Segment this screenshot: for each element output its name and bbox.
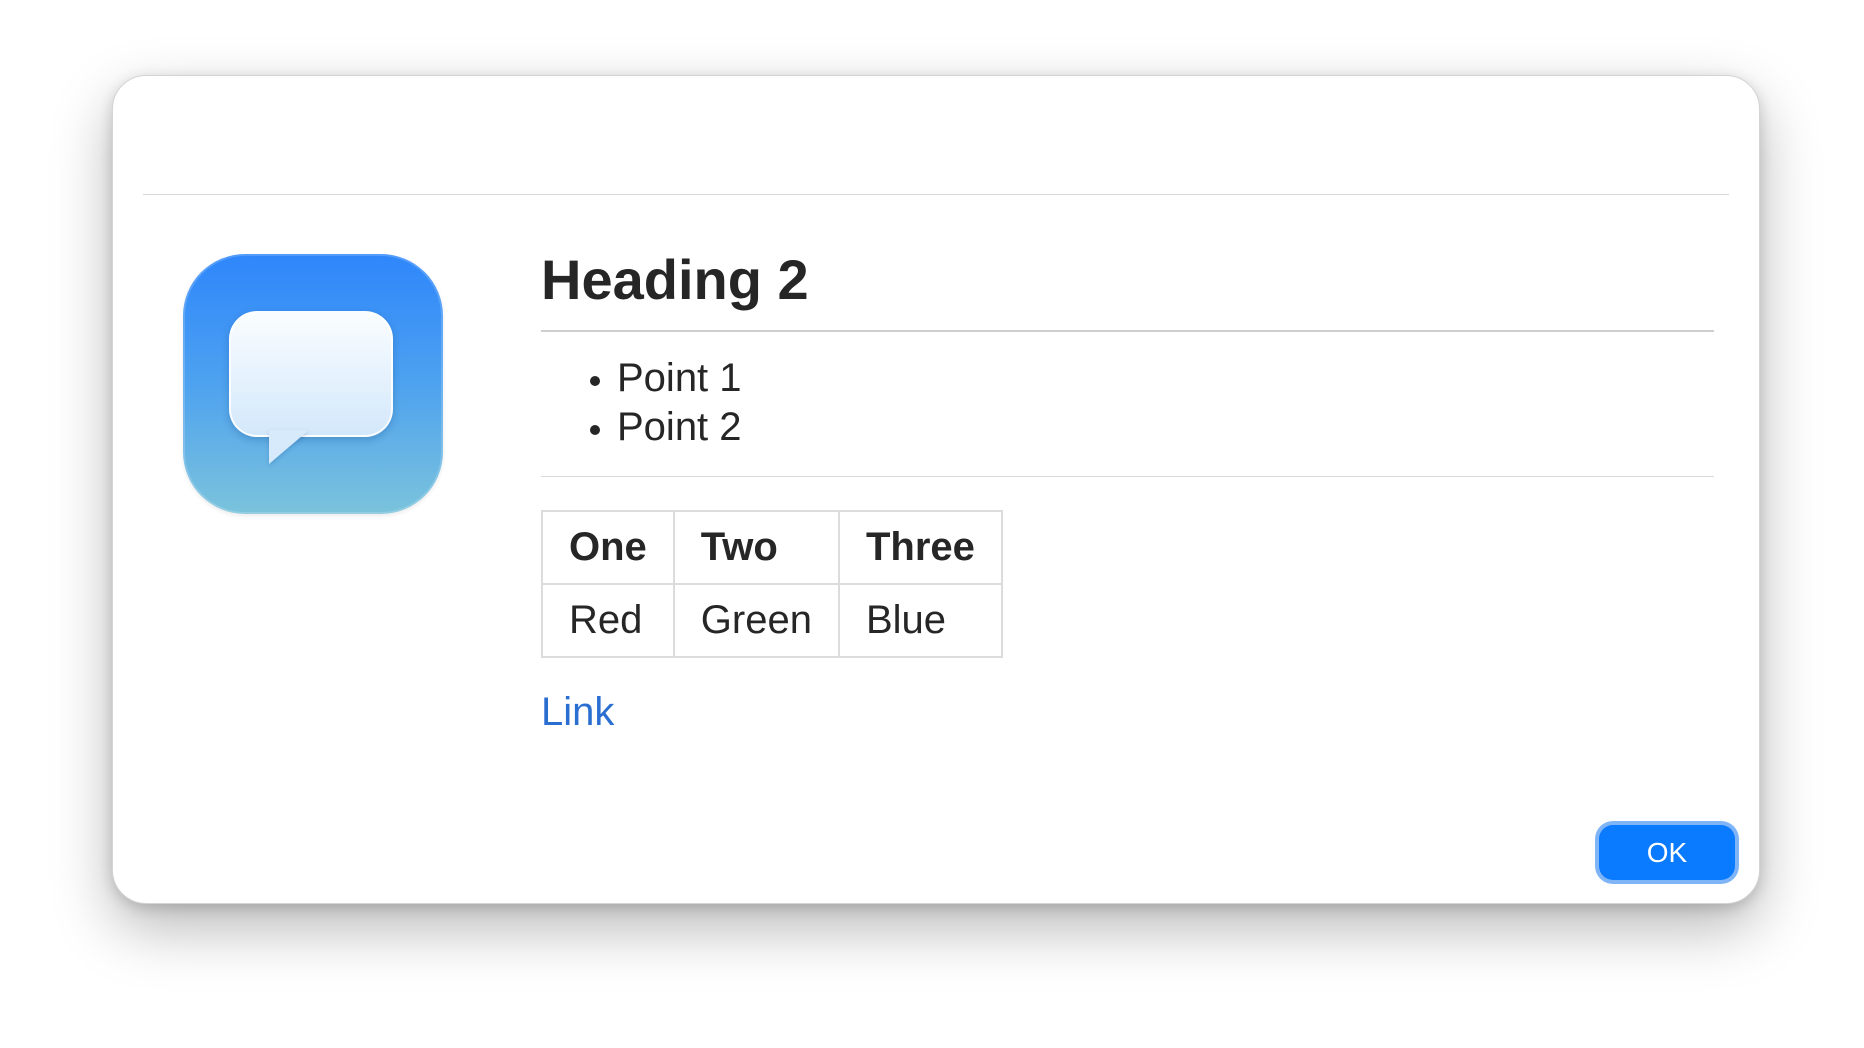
bubble-tail <box>269 430 309 464</box>
content-divider <box>541 476 1714 477</box>
speech-bubble-icon <box>183 254 443 514</box>
table-cell: Red <box>541 583 675 658</box>
message-content: Heading 2 Point 1 Point 2 One Two Three … <box>541 244 1714 735</box>
table-row: Red Green Blue <box>541 583 1003 658</box>
header-divider <box>143 194 1729 195</box>
table-header-cell: Two <box>672 510 840 585</box>
list-item: Point 1 <box>617 354 1714 403</box>
bubble-body <box>229 311 393 437</box>
heading: Heading 2 <box>541 244 1714 332</box>
table-header-row: One Two Three <box>541 510 1003 585</box>
table-header-cell: One <box>541 510 675 585</box>
table-cell: Green <box>672 583 840 658</box>
alert-dialog: Heading 2 Point 1 Point 2 One Two Three … <box>112 75 1760 904</box>
bullet-list: Point 1 Point 2 <box>541 354 1714 476</box>
link[interactable]: Link <box>541 690 614 735</box>
table-cell: Blue <box>837 583 1003 658</box>
list-item: Point 2 <box>617 403 1714 452</box>
data-table: One Two Three Red Green Blue <box>541 510 1003 658</box>
ok-button[interactable]: OK <box>1599 825 1735 880</box>
table-header-cell: Three <box>837 510 1003 585</box>
